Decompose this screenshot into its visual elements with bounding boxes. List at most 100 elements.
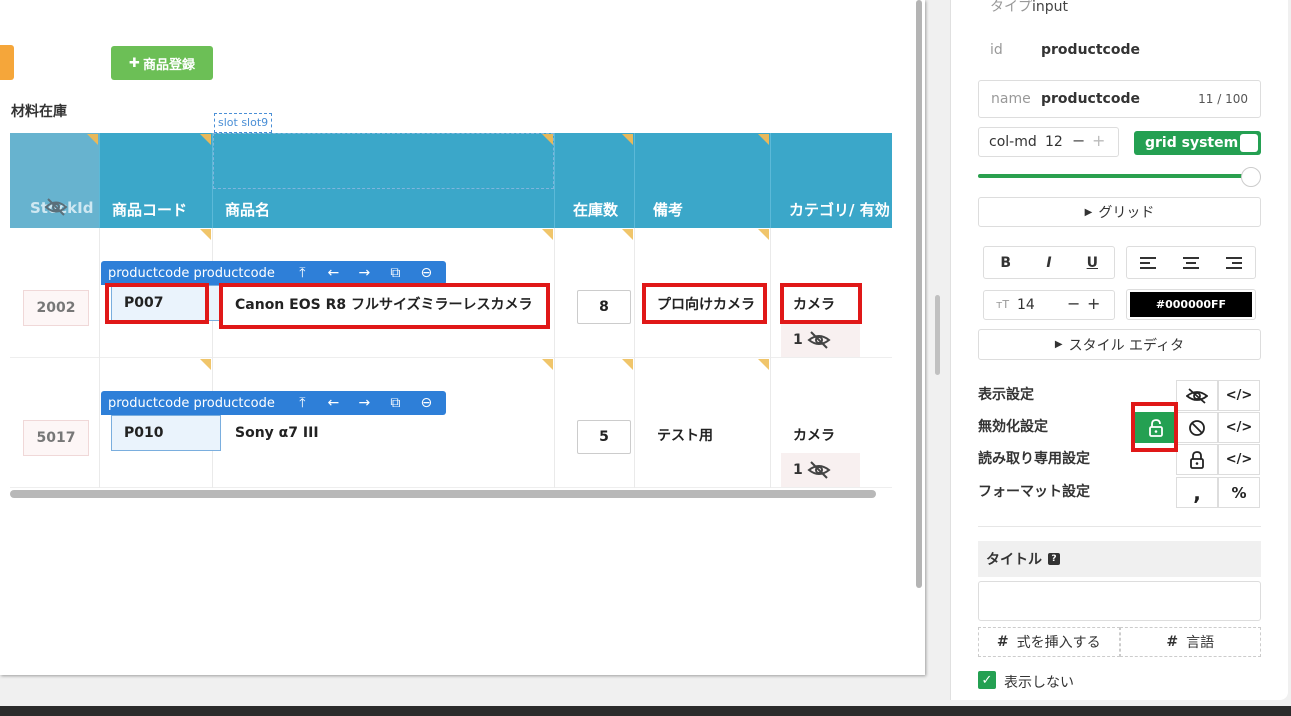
comma-icon[interactable]: ,: [1176, 477, 1218, 508]
add-product-label: 商品登録: [142, 57, 195, 73]
horizontal-scrollbar[interactable]: [10, 490, 876, 498]
panel-scrollbar[interactable]: [935, 295, 940, 375]
stock-qty-field[interactable]: 5: [577, 420, 631, 454]
note-text: テスト用: [657, 428, 713, 444]
name-char-count: 11 / 100: [1198, 92, 1248, 106]
arrow-left-icon[interactable]: ←: [318, 395, 349, 411]
eye-slash-icon[interactable]: [1176, 380, 1218, 411]
move-up-icon[interactable]: ⤒: [287, 395, 318, 411]
col-md-value: 12: [1045, 134, 1063, 150]
plus-icon[interactable]: +: [1087, 294, 1100, 313]
code-icon[interactable]: </>: [1218, 380, 1260, 411]
orange-action-button[interactable]: [0, 45, 14, 80]
hash-icon: #: [996, 634, 1009, 650]
stockid-value: 2002: [36, 300, 76, 316]
align-left-icon[interactable]: [1127, 247, 1170, 278]
cell-name: [213, 358, 555, 488]
lock-icon[interactable]: [1176, 444, 1218, 475]
type-label: タイプ: [990, 0, 1032, 15]
header-stockid[interactable]: StockId: [10, 133, 100, 228]
stockid-field[interactable]: 2002: [23, 290, 89, 326]
font-size-stepper[interactable]: тT 14 − +: [983, 290, 1115, 320]
language-label: 言語: [1186, 635, 1215, 651]
remove-icon[interactable]: ⊖: [411, 265, 442, 281]
insert-actions: # 式を挿入する # 言語: [978, 627, 1261, 657]
field-toolbar: productcode productcode ⤒ ← → ⧉ ⊖: [101, 391, 446, 415]
id-row: id productcode: [990, 42, 1140, 58]
code-icon[interactable]: </>: [1218, 412, 1260, 443]
code-icon[interactable]: </>: [1218, 444, 1260, 475]
corner-marker: [758, 134, 769, 145]
width-slider-track[interactable]: [978, 174, 1250, 178]
grid-button[interactable]: ▶ グリッド: [978, 197, 1261, 227]
corner-marker: [622, 134, 633, 145]
width-slider-knob[interactable]: [1241, 167, 1261, 187]
minus-icon[interactable]: −: [1067, 294, 1080, 313]
grid-button-label: グリッド: [1098, 205, 1155, 221]
highlight-box: [780, 283, 862, 324]
stock-qty-value: 5: [599, 429, 609, 445]
style-editor-button[interactable]: ▶ スタイル エディタ: [978, 329, 1261, 360]
arrow-right-icon[interactable]: →: [349, 265, 380, 281]
corner-marker: [622, 229, 633, 240]
hash-icon: #: [1166, 634, 1179, 650]
plus-icon[interactable]: +: [1092, 131, 1105, 150]
name-field[interactable]: name productcode 11 / 100: [978, 80, 1261, 118]
arrow-right-icon[interactable]: →: [349, 395, 380, 411]
arrow-left-icon[interactable]: ←: [318, 265, 349, 281]
category-count: 1: [793, 332, 803, 348]
slot-label[interactable]: slot slot9: [214, 113, 273, 133]
category-visibility[interactable]: 1: [781, 453, 860, 487]
copy-icon[interactable]: ⧉: [380, 265, 411, 281]
category-visibility[interactable]: 1: [781, 323, 860, 357]
stockid-field[interactable]: 5017: [23, 420, 89, 456]
category-count: 1: [793, 462, 803, 478]
eye-slash-icon: [807, 461, 831, 479]
align-right-icon[interactable]: [1212, 247, 1255, 278]
panel-divider: [978, 526, 1261, 527]
italic-icon[interactable]: I: [1027, 247, 1070, 278]
ban-icon[interactable]: [1176, 412, 1218, 443]
color-swatch[interactable]: #000000FF: [1130, 292, 1252, 317]
title-label: タイトル: [986, 552, 1042, 568]
help-icon[interactable]: ?: [1048, 553, 1060, 565]
corner-marker: [200, 229, 211, 240]
copy-icon[interactable]: ⧉: [380, 395, 411, 411]
bold-icon[interactable]: B: [984, 247, 1027, 278]
corner-marker: [758, 359, 769, 370]
header-label: 商品名: [225, 201, 271, 219]
header-category[interactable]: カテゴリ/ 有効: [771, 133, 892, 228]
disable-setting-label: 無効化設定: [978, 419, 1048, 435]
style-editor-label: スタイル エディタ: [1068, 337, 1185, 354]
header-label: カテゴリ/ 有効: [789, 201, 890, 219]
hide-checkbox[interactable]: ✓: [978, 671, 996, 689]
product-name-text: Sony α7 III: [235, 425, 319, 441]
title-input[interactable]: [978, 581, 1261, 621]
add-product-button[interactable]: ✚ 商品登録: [111, 46, 213, 80]
corner-marker: [542, 359, 553, 370]
grid-system-toggle[interactable]: grid system: [1134, 131, 1261, 155]
cell-note: [635, 358, 771, 488]
product-code-input[interactable]: P010: [111, 415, 221, 451]
insert-expression-button[interactable]: # 式を挿入する: [978, 627, 1120, 657]
underline-icon[interactable]: U: [1071, 247, 1114, 278]
language-button[interactable]: # 言語: [1119, 627, 1261, 657]
header-label: 在庫数: [573, 201, 619, 219]
header-note[interactable]: 備考: [635, 133, 771, 228]
vertical-scrollbar[interactable]: [916, 0, 922, 588]
remove-icon[interactable]: ⊖: [411, 395, 442, 411]
align-center-icon[interactable]: [1170, 247, 1213, 278]
corner-marker: [200, 134, 211, 145]
slot-dropzone[interactable]: [213, 133, 554, 189]
eye-slash-icon: [44, 197, 68, 217]
percent-icon[interactable]: %: [1218, 477, 1260, 508]
move-up-icon[interactable]: ⤒: [287, 265, 318, 281]
stock-qty-field[interactable]: 8: [577, 290, 631, 324]
readonly-setting-label: 読み取り専用設定: [978, 451, 1090, 467]
col-md-stepper[interactable]: col-md 12 − +: [978, 127, 1119, 157]
header-stock-qty[interactable]: 在庫数: [555, 133, 635, 228]
minus-icon[interactable]: −: [1072, 131, 1085, 150]
align-group: [1126, 246, 1256, 279]
header-product-code[interactable]: 商品コード: [100, 133, 213, 228]
header-label: 備考: [653, 201, 684, 219]
